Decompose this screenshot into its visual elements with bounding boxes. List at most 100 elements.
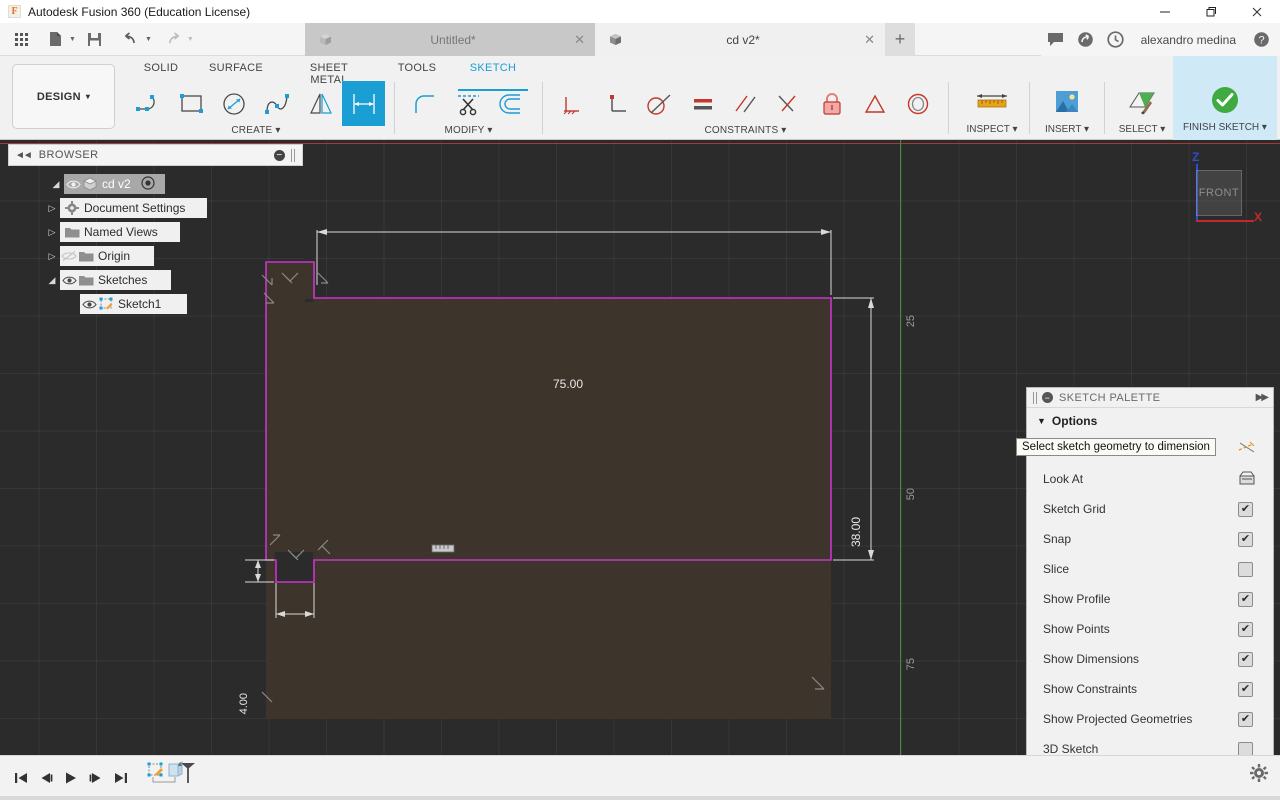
options-section-header[interactable]: ▼ Options (1027, 408, 1273, 434)
twist-icon[interactable]: ▷ (44, 224, 60, 240)
timeline-go-to-end[interactable] (108, 763, 133, 793)
new-tab-button[interactable]: + (885, 23, 915, 56)
tab-cd-v2[interactable]: cd v2* ✕ (595, 23, 885, 56)
construction-icon[interactable] (1237, 440, 1257, 459)
save-icon[interactable] (82, 26, 108, 52)
look-at-icon[interactable] (1238, 470, 1256, 489)
equal-constraint[interactable] (681, 81, 724, 126)
fix-constraint[interactable] (810, 81, 853, 126)
tree-row-document-settings[interactable]: ▷ Document Settings (8, 196, 303, 220)
constraints-group-label[interactable]: CONSTRAINTS ▾ (704, 125, 786, 136)
twist-icon[interactable]: ◢ (48, 176, 64, 192)
concentric-constraint[interactable] (896, 81, 939, 126)
twist-icon[interactable]: ▷ (44, 200, 60, 216)
height-dimension-text[interactable]: 38.00 (849, 517, 863, 547)
tree-row-sketch1[interactable]: Sketch1 (8, 292, 303, 316)
show-profile-checkbox[interactable] (1238, 591, 1253, 607)
show-dimensions-checkbox[interactable] (1238, 651, 1253, 667)
new-file-icon[interactable] (42, 26, 68, 52)
fillet-tool[interactable] (404, 81, 447, 126)
tangent-constraint[interactable] (638, 81, 681, 126)
inspect-button[interactable]: INSPECT ▾ (961, 80, 1023, 135)
show-projected-geometries-checkbox[interactable] (1238, 711, 1253, 727)
insert-button[interactable]: INSERT ▾ (1036, 80, 1098, 135)
tree-row-named-views[interactable]: ▷ Named Views (8, 220, 303, 244)
palette-row-show-projected-geometries[interactable]: Show Projected Geometries (1027, 704, 1273, 734)
tree-row-cd-v2[interactable]: ◢ cd v2 (8, 172, 303, 196)
twist-icon[interactable]: ◢ (44, 272, 60, 288)
palette-row-show-dimensions[interactable]: Show Dimensions (1027, 644, 1273, 674)
width-dimension-text[interactable]: 75.00 (553, 377, 583, 391)
redo-icon[interactable] (160, 26, 186, 52)
timeline-step-forward[interactable] (83, 763, 108, 793)
coincident-constraint[interactable] (552, 81, 595, 126)
finish-sketch-button[interactable]: FINISH SKETCH ▾ (1173, 56, 1277, 140)
tree-label-container[interactable]: Sketch1 (80, 294, 188, 314)
tree-label-container[interactable]: Sketches (60, 270, 172, 290)
timeline-step-back[interactable] (33, 763, 58, 793)
close-button[interactable] (1234, 0, 1280, 23)
timeline-settings-gear-icon[interactable] (1250, 764, 1268, 785)
canvas[interactable]: 75.00 38.00 4.00 5.00 25 50 75 FRONT Z X… (0, 140, 1280, 755)
comments-icon[interactable] (1041, 25, 1071, 55)
history-icon[interactable] (1101, 25, 1131, 55)
palette-expand-icon[interactable]: ▶▶ (1256, 392, 1269, 403)
view-cube[interactable]: FRONT Z X (1180, 150, 1262, 228)
help-icon[interactable]: ? (1246, 25, 1276, 55)
slice-checkbox[interactable] (1238, 561, 1253, 577)
view-cube-face[interactable]: FRONT (1196, 170, 1242, 216)
show-constraints-checkbox[interactable] (1238, 681, 1253, 697)
snap-checkbox[interactable] (1238, 531, 1253, 547)
line-tool[interactable] (127, 81, 170, 126)
browser-collapse-icon[interactable]: ◄◄ (15, 150, 33, 161)
timeline-play[interactable] (58, 763, 83, 793)
tree-label-container[interactable]: Document Settings (60, 198, 208, 218)
offset-tool[interactable] (490, 81, 533, 126)
tab-close-icon[interactable]: ✕ (574, 32, 585, 48)
visibility-eye-off-icon[interactable] (60, 248, 78, 264)
app-grid-icon[interactable] (8, 26, 34, 52)
show-points-checkbox[interactable] (1238, 621, 1253, 637)
palette-row-show-constraints[interactable]: Show Constraints (1027, 674, 1273, 704)
active-component-icon[interactable] (141, 175, 155, 193)
dimension-tool[interactable] (342, 81, 385, 126)
undo-caret-icon[interactable]: ▼ (145, 36, 152, 43)
workspace-selector[interactable]: DESIGN ▾ (12, 64, 115, 129)
tree-row-sketches[interactable]: ◢ Sketches (8, 268, 303, 292)
timeline-go-to-beginning[interactable] (8, 763, 33, 793)
circle-tool[interactable] (213, 81, 256, 126)
visibility-eye-icon[interactable] (64, 176, 82, 192)
user-name[interactable]: alexandro medina (1131, 33, 1246, 47)
minimize-button[interactable] (1142, 0, 1188, 23)
tab-close-icon[interactable]: ✕ (864, 32, 875, 48)
browser-menu-icon[interactable]: − (274, 149, 285, 161)
tree-label-container[interactable]: Named Views (60, 222, 180, 242)
tree-label-container[interactable]: Origin (60, 246, 155, 266)
create-group-label[interactable]: CREATE ▾ (231, 125, 280, 136)
notch-depth-dimension-text[interactable]: 4.00 (238, 693, 250, 714)
new-file-caret-icon[interactable]: ▼ (69, 36, 76, 43)
visibility-eye-icon[interactable] (60, 272, 78, 288)
horizontal-vertical-constraint[interactable] (767, 81, 810, 126)
perpendicular-constraint[interactable] (595, 81, 638, 126)
palette-row-sketch-grid[interactable]: Sketch Grid (1027, 494, 1273, 524)
select-button[interactable]: SELECT ▾ (1111, 80, 1173, 135)
sketch-grid-checkbox[interactable] (1238, 501, 1253, 517)
palette-drag-grip[interactable] (1033, 391, 1037, 404)
palette-row-snap[interactable]: Snap (1027, 524, 1273, 554)
tab-untitled[interactable]: Untitled* ✕ (305, 23, 595, 56)
symmetry-constraint[interactable] (853, 81, 896, 126)
trim-tool[interactable] (447, 81, 490, 126)
timeline-feature-sketch1[interactable] (147, 761, 199, 795)
palette-row-look-at[interactable]: Look At (1027, 464, 1273, 494)
spline-tool[interactable] (256, 81, 299, 126)
modify-group-label[interactable]: MODIFY ▾ (444, 125, 492, 136)
browser-resize-grip[interactable] (291, 148, 296, 162)
parallel-constraint[interactable] (724, 81, 767, 126)
palette-row-3d-sketch[interactable]: 3D Sketch (1027, 734, 1273, 755)
palette-collapse-icon[interactable]: − (1042, 392, 1053, 403)
palette-row-show-points[interactable]: Show Points (1027, 614, 1273, 644)
palette-row-slice[interactable]: Slice (1027, 554, 1273, 584)
refresh-icon[interactable] (1071, 25, 1101, 55)
palette-row-show-profile[interactable]: Show Profile (1027, 584, 1273, 614)
